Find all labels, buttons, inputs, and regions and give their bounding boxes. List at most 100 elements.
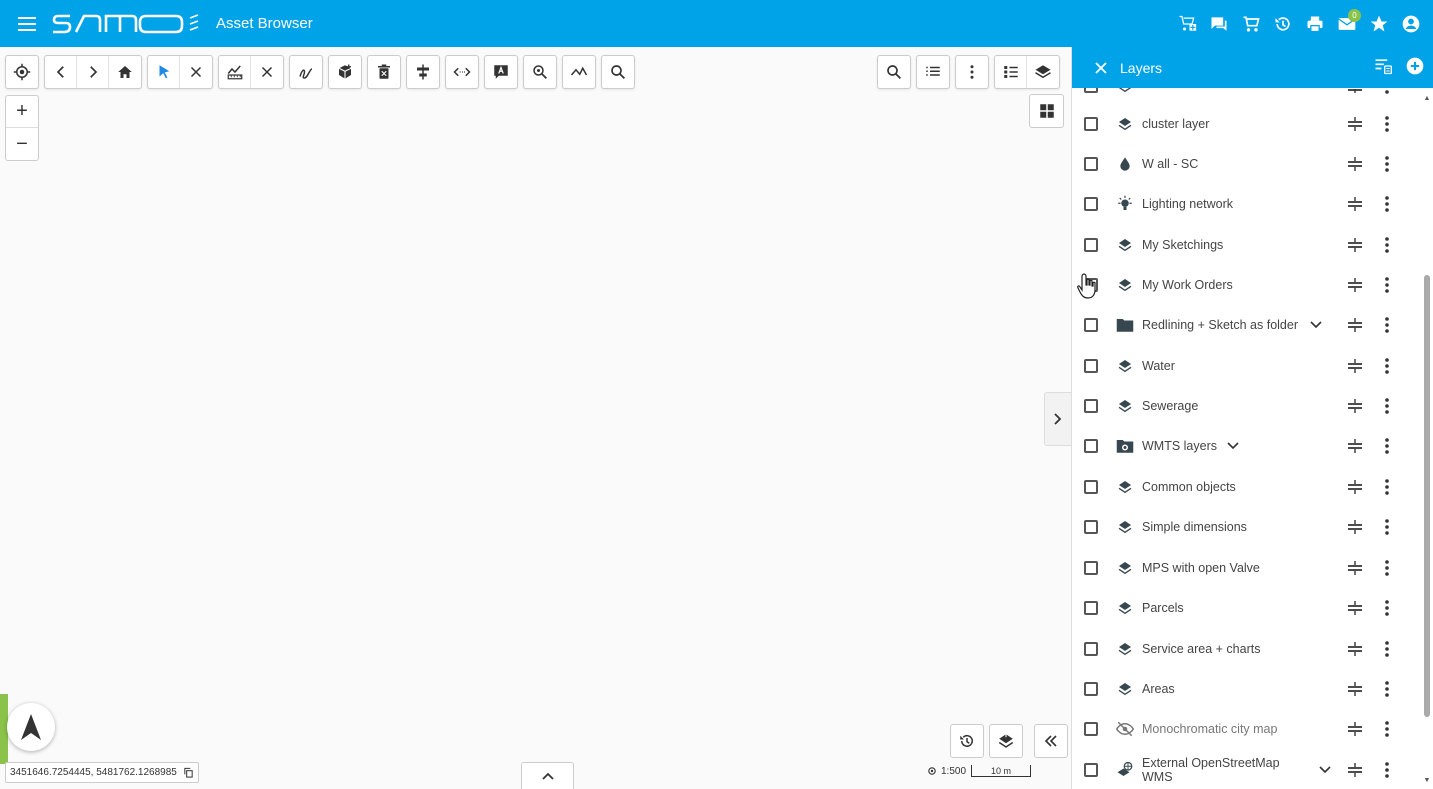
more-vert-icon[interactable] xyxy=(1378,720,1396,738)
scroll-up-icon[interactable]: ▲ xyxy=(1423,95,1431,102)
reorder-icon[interactable] xyxy=(1346,397,1364,415)
zoom-out-button[interactable]: − xyxy=(6,128,38,160)
scroll-down-icon[interactable]: ▼ xyxy=(1423,777,1431,784)
reorder-icon[interactable] xyxy=(1346,115,1364,133)
layer-checkbox[interactable] xyxy=(1084,439,1098,453)
reorder-icon[interactable] xyxy=(1346,88,1364,95)
reorder-icon[interactable] xyxy=(1346,236,1364,254)
zoom-search-icon[interactable] xyxy=(524,56,556,88)
delete-icon[interactable] xyxy=(368,56,400,88)
home-icon[interactable] xyxy=(109,56,141,88)
layer-checkbox[interactable] xyxy=(1084,359,1098,373)
menu-icon[interactable] xyxy=(14,11,40,37)
more-vert-icon[interactable] xyxy=(1378,680,1396,698)
locate-icon[interactable] xyxy=(6,56,38,88)
more-vert-icon[interactable] xyxy=(1378,155,1396,173)
layer-name[interactable]: My Sketchings xyxy=(1142,238,1223,252)
layer-name[interactable]: MPS with open Valve xyxy=(1142,561,1260,575)
close-icon[interactable] xyxy=(1090,57,1112,79)
layer-name[interactable]: Redlining + Sketch as folder xyxy=(1142,318,1298,332)
reorder-icon[interactable] xyxy=(1346,559,1364,577)
layer-name[interactable]: Parcels xyxy=(1142,601,1184,615)
bottom-drawer-toggle[interactable] xyxy=(521,762,574,789)
layer-checkbox[interactable] xyxy=(1084,561,1098,575)
cart-icon[interactable] xyxy=(1235,8,1267,40)
chevron-down-icon[interactable] xyxy=(1309,318,1323,332)
reorder-icon[interactable] xyxy=(1346,720,1364,738)
reorder-icon[interactable] xyxy=(1346,276,1364,294)
layer-checkbox[interactable] xyxy=(1084,601,1098,615)
panel-expand-handle[interactable] xyxy=(1044,392,1071,446)
reorder-icon[interactable] xyxy=(1346,680,1364,698)
layer-checkbox[interactable] xyxy=(1084,642,1098,656)
layer-checkbox[interactable] xyxy=(1084,763,1098,777)
filter-list-icon[interactable] xyxy=(1373,56,1393,81)
layer-checkbox[interactable] xyxy=(1084,117,1098,131)
scrollbar-thumb[interactable] xyxy=(1424,275,1430,717)
reorder-icon[interactable] xyxy=(1346,518,1364,536)
layer-name-multiline[interactable]: External OpenStreetMap WMS xyxy=(1142,756,1280,784)
print-icon[interactable] xyxy=(1299,8,1331,40)
more-vert-icon[interactable] xyxy=(1378,478,1396,496)
more-vert-icon[interactable] xyxy=(1378,276,1396,294)
code-icon[interactable] xyxy=(446,56,478,88)
chat-icon[interactable] xyxy=(1203,8,1235,40)
align-icon[interactable] xyxy=(407,56,439,88)
reorder-icon[interactable] xyxy=(1346,357,1364,375)
layer-name[interactable]: Simple dimensions xyxy=(1142,520,1247,534)
reorder-icon[interactable] xyxy=(1346,640,1364,658)
cart-add-icon[interactable] xyxy=(1171,8,1203,40)
basemap-layers-icon[interactable] xyxy=(989,724,1023,758)
label-icon[interactable] xyxy=(485,56,517,88)
clear-selection-icon[interactable] xyxy=(180,56,212,88)
layer-name[interactable]: WMTS layers xyxy=(1142,439,1217,453)
more-vert-icon[interactable] xyxy=(1378,397,1396,415)
more-vert-icon[interactable] xyxy=(1378,518,1396,536)
layer-name[interactable]: Lighting network xyxy=(1142,197,1233,211)
copy-icon[interactable] xyxy=(183,767,194,778)
forward-icon[interactable] xyxy=(77,56,109,88)
layer-name[interactable]: My Work Orders xyxy=(1142,278,1233,292)
layer-name[interactable]: Service area + charts xyxy=(1142,642,1260,656)
reorder-icon[interactable] xyxy=(1346,316,1364,334)
more-vert-icon[interactable] xyxy=(1378,437,1396,455)
map-canvas[interactable]: + − 3451646.7254445, 5481762.1268985 1:5… xyxy=(0,47,1071,789)
layer-list-scrollbar[interactable]: ▲ ▼ xyxy=(1423,95,1431,785)
list-icon[interactable] xyxy=(917,56,949,88)
layer-checkbox[interactable] xyxy=(1084,722,1098,736)
clear-measure-icon[interactable] xyxy=(251,56,283,88)
search-icon[interactable] xyxy=(878,56,910,88)
line-tool-icon[interactable] xyxy=(563,56,595,88)
more-vert-icon[interactable] xyxy=(1378,316,1396,334)
more-vert-icon[interactable] xyxy=(1378,236,1396,254)
layer-name[interactable]: Common objects xyxy=(1142,480,1236,494)
layer-checkbox[interactable] xyxy=(1084,318,1098,332)
add-layer-icon[interactable] xyxy=(1405,56,1425,81)
3d-box-icon[interactable] xyxy=(329,56,361,88)
samo-logo[interactable] xyxy=(52,11,202,37)
reorder-icon[interactable] xyxy=(1346,478,1364,496)
chevron-down-icon[interactable] xyxy=(1226,439,1240,453)
reorder-icon[interactable] xyxy=(1346,599,1364,617)
mail-icon[interactable]: 0 xyxy=(1331,8,1363,40)
layer-name[interactable]: cluster layer xyxy=(1142,117,1209,131)
reorder-icon[interactable] xyxy=(1346,195,1364,213)
layer-name[interactable]: Sewerage xyxy=(1142,399,1198,413)
layer-name[interactable]: Monochromatic city map xyxy=(1142,722,1277,736)
layer-name[interactable]: Areas xyxy=(1142,682,1175,696)
layer-name[interactable]: W all - SC xyxy=(1142,157,1198,171)
more-vert-icon[interactable] xyxy=(1378,357,1396,375)
more-vert-icon[interactable] xyxy=(1378,559,1396,577)
layer-checkbox[interactable] xyxy=(1084,480,1098,494)
grid-view-icon[interactable] xyxy=(1029,94,1064,128)
more-vert-icon[interactable] xyxy=(1378,195,1396,213)
more-vert-icon[interactable] xyxy=(1378,115,1396,133)
layer-checkbox[interactable] xyxy=(1084,399,1098,413)
layer-name[interactable]: Water xyxy=(1142,359,1175,373)
legend-icon[interactable] xyxy=(995,56,1027,88)
account-icon[interactable] xyxy=(1395,8,1427,40)
layer-checkbox[interactable] xyxy=(1084,238,1098,252)
layer-checkbox[interactable] xyxy=(1084,682,1098,696)
more-vert-icon[interactable] xyxy=(956,56,988,88)
history-map-icon[interactable] xyxy=(950,724,984,758)
